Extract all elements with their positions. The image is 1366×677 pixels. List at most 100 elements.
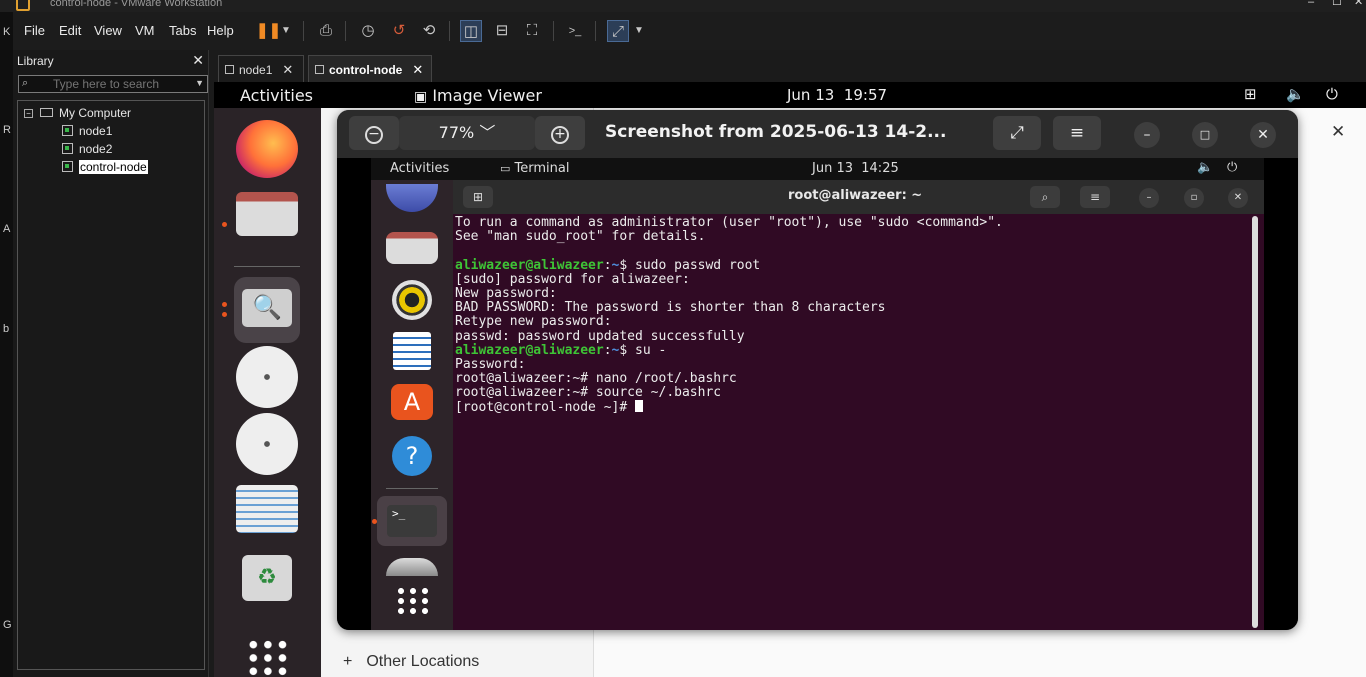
snapshot-icon[interactable]: ◷ [357,20,379,42]
tree-my-computer[interactable]: − My Computer [24,105,131,122]
vmware-logo-icon [16,0,30,11]
close-icon[interactable]: ✕ [1331,122,1345,142]
screenshot-topbar: Activities ▭ Terminal Jun 13 14:25 🔈 ⏻ [371,158,1264,180]
dock-files[interactable] [234,184,300,250]
dock-show-apps[interactable] [234,628,300,677]
network-icon[interactable]: ⊞ [1244,85,1257,103]
dock-firefox[interactable] [234,116,300,182]
folder-icon [236,192,298,236]
clock[interactable]: Jun 13 19:57 [787,86,887,104]
vm-icon [62,161,73,172]
revert-snapshot-icon[interactable]: ↺ [388,20,410,42]
dropdown-icon[interactable]: ▼ [632,20,646,42]
library-panel: Library ✕ ⌕ ▼ − My Computer node1 node2 c… [13,50,209,677]
zoom-level-dropdown[interactable]: 77% ﹀ [399,116,535,150]
terminal-text-segment: root@aliwazeer:~# source ~/.bashrc [455,385,722,401]
app-menu[interactable]: ▣ Image Viewer [414,86,542,105]
menu-view[interactable]: View [94,23,122,38]
image-viewer-icon: ▣ [414,89,428,105]
fullscreen-icon: ⤢ [1010,123,1024,143]
dock-disc-1[interactable] [234,344,300,410]
disc-icon [386,558,438,576]
full-screen-icon[interactable]: ⤢ [607,20,629,42]
plus-icon: + [343,653,353,670]
terminal-text-segment: passwd: password updated successfully [455,328,745,344]
tree-vm-node1[interactable]: node1 [62,123,112,140]
maximize-button[interactable]: □ [1192,122,1218,148]
menu-help[interactable]: Help [207,23,234,38]
host-left-strip: K R A b G [0,12,13,677]
trash-icon: ♻ [242,555,292,601]
menu-vm[interactable]: VM [135,23,155,38]
library-search-input[interactable] [53,77,193,91]
minimize-icon: – [1143,127,1151,143]
terminal-line: Retype new password: [455,315,1250,329]
terminal-scrollbar [1252,216,1258,628]
menu-file[interactable]: File [24,23,45,38]
image-title: Screenshot from 2025-06-13 14-2... [605,122,947,142]
terminal-line: aliwazeer@aliwazeer:~$ sudo passwd root [455,258,1250,273]
terminal-text-segment: Retype new password: [455,314,612,330]
tab-node1[interactable]: node1 ✕ [218,55,304,82]
other-locations[interactable]: + Other Locations [343,653,479,671]
dropdown-icon[interactable]: ▼ [279,20,293,42]
pause-icon[interactable]: ❚❚ [256,20,281,42]
app-name: Terminal [514,161,570,176]
dock-text-editor[interactable] [234,479,300,545]
close-button[interactable]: ✕ [1250,122,1276,148]
tree-vm-node2[interactable]: node2 [62,141,112,158]
minimize-button[interactable]: – [1134,122,1160,148]
dock-image-viewer[interactable]: 🔍 [234,277,300,343]
vm-icon [225,65,234,74]
thumbnail-bar-icon[interactable]: ⊟ [491,20,513,42]
screenshot-image: Activities ▭ Terminal Jun 13 14:25 🔈 ⏻ A… [337,158,1298,630]
maximize-button[interactable]: ☐ [1332,0,1342,8]
folder-icon [386,232,438,264]
minimize-button[interactable]: – [1308,0,1314,8]
time: 14:25 [861,161,899,176]
volume-icon[interactable]: 🔈 [1286,85,1305,103]
menu-edit[interactable]: Edit [59,23,81,38]
gnome-topbar: Activities ▣ Image Viewer Jun 13 19:57 ⊞… [214,82,1366,108]
library-search[interactable]: ⌕ ▼ [18,75,208,93]
send-ctrl-alt-del-icon[interactable]: ⎙ [315,20,337,42]
snapshot-manager-icon[interactable]: ⟲ [418,20,440,42]
terminal-icon: ▭ [500,162,511,175]
running-indicator [222,222,227,227]
tab-control-node[interactable]: control-node ✕ [308,55,432,82]
terminal-text-segment: To run a command as administrator (user … [455,215,1003,230]
menu-toolbar: File Edit View VM Tabs Help ❚❚ ▼ ⎙ ◷ ↺ ⟲… [13,12,1366,50]
close-button[interactable]: ✕ [1354,0,1363,8]
fullscreen-button[interactable]: ⤢ [993,116,1041,150]
guest-screen[interactable]: Activities ▣ Image Viewer Jun 13 19:57 ⊞… [214,82,1366,677]
terminal-line: aliwazeer@aliwazeer:~$ su - [455,343,1250,358]
dock-disc-2[interactable] [234,411,300,477]
zoom-in-button[interactable]: + [535,116,585,150]
writer-icon [393,332,431,370]
date: Jun 13 [812,161,853,176]
main-menu-button[interactable]: ≡ [1053,116,1101,150]
show-library-icon[interactable]: ◫ [460,20,482,42]
tree-vm-control-node[interactable]: control-node [62,159,148,176]
console-view-icon[interactable]: >_ [564,20,586,42]
activities-button[interactable]: Activities [240,86,313,105]
fit-guest-icon[interactable]: ⛶ [521,20,543,42]
dock-trash[interactable]: ♻ [234,553,300,619]
close-icon: ✕ [1257,127,1269,143]
dock-terminal-selected: >_ [377,496,447,546]
zoom-out-button[interactable]: − [349,116,399,150]
dock-separator [234,266,300,267]
screenshot-dock: A ? >_ [371,180,453,630]
close-icon: ✕ [1228,188,1248,208]
library-close-button[interactable]: ✕ [192,52,204,69]
tree-label: node1 [79,124,113,138]
power-icon[interactable]: ⏻ [1326,85,1338,103]
strip-letter: R [3,124,11,136]
search-dropdown-icon[interactable]: ▼ [195,78,204,88]
menu-tabs[interactable]: Tabs [169,23,196,38]
tab-close-icon[interactable]: ✕ [412,62,423,77]
collapse-icon[interactable]: − [24,109,33,118]
terminal-line: New password: [455,286,1250,301]
zoom-level: 77% [438,123,475,142]
tab-close-icon[interactable]: ✕ [282,62,293,77]
